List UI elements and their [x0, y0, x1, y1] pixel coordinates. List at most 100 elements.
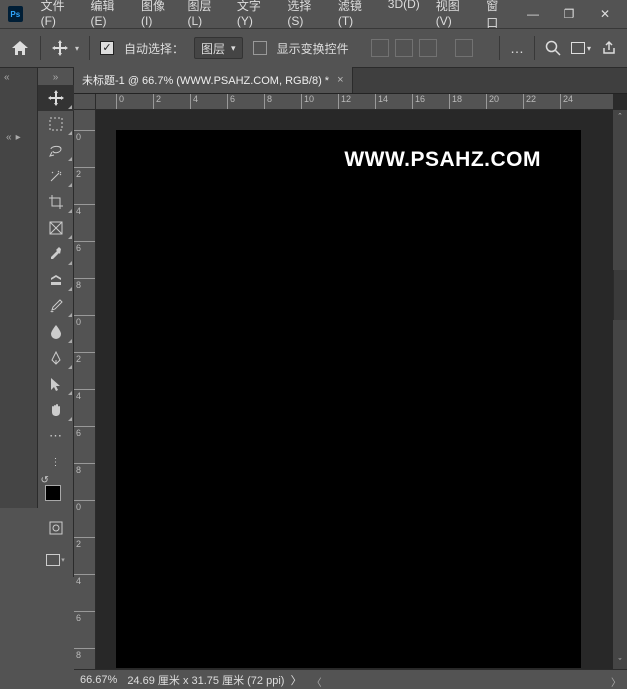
scroll-left-icon[interactable]: 〈: [312, 674, 322, 689]
close-tab-icon[interactable]: ×: [337, 74, 343, 86]
scroll-up-icon[interactable]: ˆ: [613, 110, 627, 124]
path-selection-tool[interactable]: [38, 371, 74, 397]
tool-preset-dropdown-icon[interactable]: ▾: [75, 44, 79, 53]
color-swatches[interactable]: ↺: [43, 479, 69, 509]
toolbar: » ⋯ ⋮ ↺ ▾: [38, 68, 74, 577]
ruler-h-tick: 18: [449, 94, 462, 110]
document-dimensions[interactable]: 24.69 厘米 x 31.75 厘米 (72 ppi) 〉: [127, 672, 301, 688]
ruler-v-tick: 2: [74, 537, 96, 550]
quick-mask-button[interactable]: [38, 515, 74, 541]
separator: [40, 36, 41, 60]
canvas-viewport[interactable]: WWW.PSAHZ.COM: [96, 110, 613, 669]
separator: [534, 36, 535, 60]
title-bar: Ps 文件(F) 编辑(E) 图像(I) 图层(L) 文字(Y) 选择(S) 滤…: [0, 0, 627, 28]
menu-image[interactable]: 图像(I): [133, 0, 179, 35]
horizontal-scrollbar[interactable]: 〈 〉: [312, 674, 621, 686]
window-maximize-button[interactable]: ❐: [551, 4, 587, 24]
move-tool-icon[interactable]: [51, 39, 69, 57]
panel-dock-right[interactable]: [613, 270, 627, 320]
window-controls: — ❐ ✕: [515, 4, 623, 24]
expand-dock-icon[interactable]: «: [0, 68, 37, 87]
ruler-v-tick: 2: [74, 167, 96, 180]
align-left-button[interactable]: [371, 39, 389, 57]
foreground-color-swatch[interactable]: [45, 485, 61, 501]
pen-tool[interactable]: [38, 345, 74, 371]
separator: [89, 36, 90, 60]
auto-select-target-dropdown[interactable]: 图层 ▾: [194, 37, 243, 59]
align-buttons-group: [371, 39, 473, 57]
menu-type[interactable]: 文字(Y): [229, 0, 280, 35]
distribute-button[interactable]: [455, 39, 473, 57]
scroll-right-icon[interactable]: 〉: [611, 674, 621, 689]
menu-select[interactable]: 选择(S): [279, 0, 330, 35]
move-tool[interactable]: [38, 85, 74, 111]
ruler-h-tick: 8: [264, 94, 272, 110]
clone-stamp-tool[interactable]: [38, 267, 74, 293]
eyedropper-tool[interactable]: [38, 241, 74, 267]
menu-3d[interactable]: 3D(D): [380, 0, 428, 35]
panel-chevron-icon[interactable]: ▸: [16, 132, 21, 143]
edit-toolbar-button[interactable]: ⋮: [38, 449, 74, 475]
marquee-tool[interactable]: [38, 111, 74, 137]
align-right-button[interactable]: [419, 39, 437, 57]
screen-mode-tool-button[interactable]: ▾: [38, 547, 74, 573]
horizontal-ruler[interactable]: 024681012141618202224: [96, 94, 613, 110]
ruler-h-tick: 2: [153, 94, 161, 110]
ruler-v-tick: 6: [74, 241, 96, 254]
collapse-toolbar-icon[interactable]: »: [53, 72, 59, 83]
ruler-v-tick: 6: [74, 426, 96, 439]
magic-wand-tool[interactable]: [38, 163, 74, 189]
dropdown-value: 图层: [201, 40, 225, 57]
zoom-level[interactable]: 66.67%: [80, 674, 117, 686]
auto-select-checkbox[interactable]: ✓: [100, 41, 114, 55]
menu-window[interactable]: 窗口: [478, 0, 515, 35]
panel-dock-left[interactable]: « « ▸: [0, 68, 38, 508]
menu-file[interactable]: 文件(F): [33, 0, 83, 35]
share-icon[interactable]: [601, 40, 617, 56]
home-button[interactable]: [10, 39, 30, 57]
frame-tool[interactable]: [38, 215, 74, 241]
document-area: 未标题-1 @ 66.7% (WWW.PSAHZ.COM, RGB/8) * ×…: [74, 68, 627, 689]
menu-filter[interactable]: 滤镜(T): [330, 0, 380, 35]
show-transform-checkbox[interactable]: [253, 41, 267, 55]
document-tab[interactable]: 未标题-1 @ 66.7% (WWW.PSAHZ.COM, RGB/8) * ×: [74, 67, 353, 93]
ruler-origin[interactable]: [74, 94, 96, 110]
separator: [499, 36, 500, 60]
ruler-v-tick: 0: [74, 315, 96, 328]
show-transform-label: 显示变换控件: [277, 40, 349, 57]
more-tools-button[interactable]: ⋯: [38, 423, 74, 449]
ruler-v-tick: 4: [74, 574, 96, 587]
menu-view[interactable]: 视图(V): [428, 0, 479, 35]
brush-tool[interactable]: [38, 293, 74, 319]
expand-mini-icon[interactable]: «: [6, 132, 12, 143]
ruler-h-tick: 4: [190, 94, 198, 110]
document-tab-bar: 未标题-1 @ 66.7% (WWW.PSAHZ.COM, RGB/8) * ×: [74, 68, 627, 94]
blur-tool[interactable]: [38, 319, 74, 345]
ruler-v-tick: 8: [74, 463, 96, 476]
ruler-h-tick: 10: [301, 94, 314, 110]
ruler-v-tick: 0: [74, 130, 96, 143]
menu-layer[interactable]: 图层(L): [179, 0, 228, 35]
more-options-button[interactable]: …: [510, 40, 524, 56]
window-minimize-button[interactable]: —: [515, 4, 551, 24]
menu-edit[interactable]: 编辑(E): [83, 0, 134, 35]
canvas[interactable]: WWW.PSAHZ.COM: [116, 130, 581, 668]
hand-tool[interactable]: [38, 397, 74, 423]
align-center-button[interactable]: [395, 39, 413, 57]
search-icon[interactable]: [545, 40, 561, 56]
screen-mode-button[interactable]: ▾: [571, 42, 591, 54]
ruler-v-tick: 8: [74, 648, 96, 661]
ruler-h-tick: 24: [560, 94, 573, 110]
scroll-down-icon[interactable]: ˇ: [613, 655, 627, 669]
ruler-v-tick: 6: [74, 611, 96, 624]
vertical-ruler[interactable]: 024680246802468: [74, 110, 96, 669]
status-bar: 66.67% 24.69 厘米 x 31.75 厘米 (72 ppi) 〉 〈 …: [74, 669, 627, 689]
vertical-scrollbar[interactable]: ˆ ˇ: [613, 110, 627, 669]
crop-tool[interactable]: [38, 189, 74, 215]
ruler-h-tick: 6: [227, 94, 235, 110]
lasso-tool[interactable]: [38, 137, 74, 163]
ruler-h-tick: 16: [412, 94, 425, 110]
window-close-button[interactable]: ✕: [587, 4, 623, 24]
document-tab-title: 未标题-1 @ 66.7% (WWW.PSAHZ.COM, RGB/8) *: [82, 72, 329, 88]
ruler-v-tick: 4: [74, 204, 96, 217]
